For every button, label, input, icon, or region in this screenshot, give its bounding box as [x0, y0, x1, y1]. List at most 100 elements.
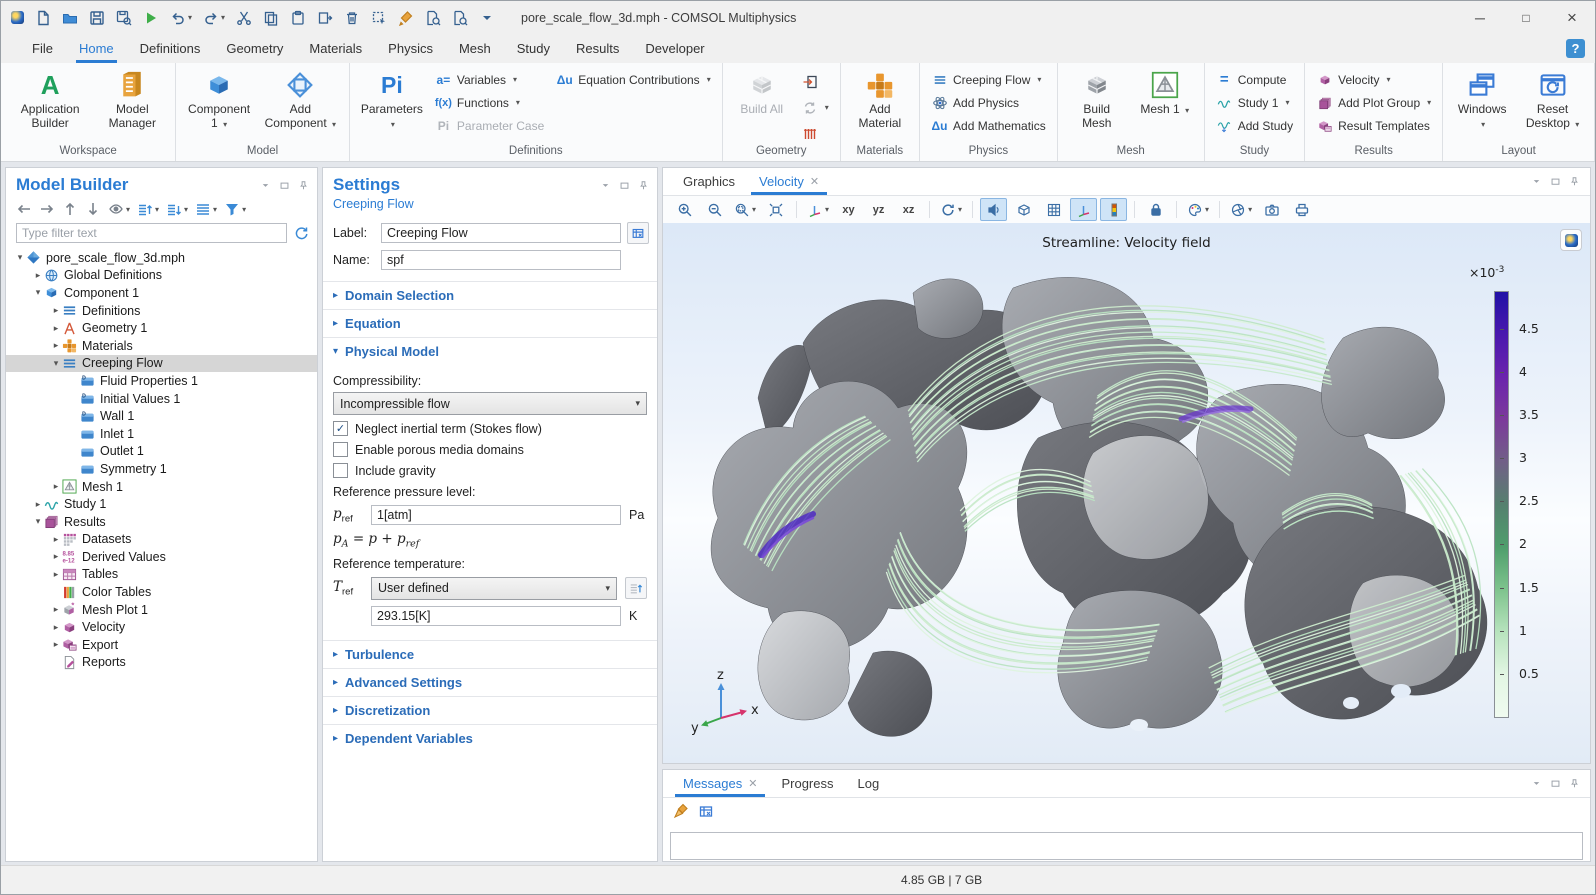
- tree-arrow[interactable]: ▸: [50, 639, 62, 650]
- tree-arrow[interactable]: ▸: [50, 323, 62, 334]
- build-all-button[interactable]: Build All: [729, 67, 795, 119]
- section-turbulence[interactable]: ▸Turbulence: [323, 640, 657, 668]
- float-panel-icon[interactable]: [619, 180, 630, 191]
- tree-item-outlet-1[interactable]: Outlet 1: [6, 443, 317, 461]
- menu-materials[interactable]: Materials: [296, 34, 375, 63]
- menu-study[interactable]: Study: [504, 34, 563, 63]
- expand-all-icon[interactable]: ▾: [137, 201, 159, 217]
- rotate-view-button[interactable]: ▾: [937, 198, 965, 221]
- table-preview-icon[interactable]: [452, 10, 468, 26]
- color-legend-button[interactable]: [1100, 198, 1127, 221]
- tab-messages[interactable]: Messages✕: [673, 776, 767, 797]
- zoom-in-button[interactable]: [671, 198, 698, 221]
- equation-contributions-button[interactable]: ΔuEquation Contributions▾: [551, 69, 715, 90]
- delete-icon[interactable]: [344, 10, 360, 26]
- menu-results[interactable]: Results: [563, 34, 632, 63]
- velocity-plot-dropdown[interactable]: Velocity▾: [1311, 69, 1436, 90]
- ref-pressure-input[interactable]: [371, 505, 621, 525]
- tree-arrow[interactable]: ▸: [50, 622, 62, 633]
- tree-item-creeping-flow[interactable]: ▾Creeping Flow: [6, 355, 317, 373]
- tree-item-results[interactable]: ▾Results: [6, 513, 317, 531]
- color-theme-button[interactable]: ▾: [1184, 198, 1212, 221]
- tab-velocity[interactable]: Velocity✕: [749, 174, 829, 195]
- tree-item-color-tables[interactable]: Color Tables: [6, 583, 317, 601]
- tab-log[interactable]: Log: [848, 776, 890, 797]
- tree-item-geometry-1[interactable]: ▸Geometry 1: [6, 319, 317, 337]
- float-panel-icon[interactable]: [1550, 176, 1561, 187]
- tree-item-fluid-properties-1[interactable]: Fluid Properties 1: [6, 372, 317, 390]
- result-templates-button[interactable]: Result Templates: [1311, 115, 1436, 136]
- clear-messages-icon[interactable]: [673, 803, 689, 819]
- section-dependent-variables[interactable]: ▸Dependent Variables: [323, 724, 657, 752]
- porous-media-checkbox[interactable]: [333, 442, 348, 457]
- tree-arrow[interactable]: ▸: [50, 305, 62, 316]
- tree-item-mesh-plot-1[interactable]: ▸Mesh Plot 1: [6, 601, 317, 619]
- graphics-canvas[interactable]: Streamline: Velocity field: [663, 223, 1590, 763]
- stokes-flow-checkbox[interactable]: ✓: [333, 421, 348, 436]
- pin-panel-icon[interactable]: [1569, 176, 1580, 187]
- snapshot-button[interactable]: [1258, 198, 1285, 221]
- tree-item-wall-1[interactable]: Wall 1: [6, 407, 317, 425]
- tree-arrow[interactable]: ▾: [32, 287, 44, 298]
- tree-arrow[interactable]: ▸: [50, 569, 62, 580]
- model-manager-button[interactable]: Model Manager: [95, 67, 169, 133]
- mesh-1-button[interactable]: Mesh 1 ▾: [1132, 67, 1198, 119]
- compute-button[interactable]: =Compute: [1211, 69, 1298, 90]
- zoom-out-button[interactable]: [701, 198, 728, 221]
- add-plot-group-button[interactable]: Add Plot Group▾: [1311, 92, 1436, 113]
- tree-item-symmetry-1[interactable]: Symmetry 1: [6, 460, 317, 478]
- compressibility-select[interactable]: Incompressible flow▾: [333, 392, 647, 415]
- parameter-case-button[interactable]: PiParameter Case: [430, 115, 549, 136]
- view-xz-button[interactable]: xz: [895, 198, 922, 221]
- default-view-button[interactable]: ▾: [804, 198, 832, 221]
- component-1-button[interactable]: Component 1 ▾: [182, 67, 256, 133]
- copy-icon[interactable]: [263, 10, 279, 26]
- tree-item-velocity[interactable]: ▸Velocity: [6, 618, 317, 636]
- back-icon[interactable]: [16, 201, 32, 217]
- select-box-icon[interactable]: [371, 10, 387, 26]
- maximize-icon[interactable]: □: [1503, 1, 1549, 34]
- view-xy-button[interactable]: xy: [835, 198, 862, 221]
- variables-button[interactable]: a=Variables▾: [430, 69, 549, 90]
- filter-icon[interactable]: ▾: [224, 201, 246, 217]
- group-nodes-icon[interactable]: ▾: [195, 201, 217, 217]
- tree-arrow[interactable]: ▸: [50, 604, 62, 615]
- ref-temperature-select[interactable]: User defined▾: [371, 577, 617, 600]
- build-mesh-button[interactable]: Build Mesh: [1064, 67, 1130, 133]
- show-icon[interactable]: ▾: [108, 201, 130, 217]
- add-material-button[interactable]: Add Material: [847, 67, 913, 133]
- run-icon[interactable]: [143, 10, 159, 26]
- forward-icon[interactable]: [39, 201, 55, 217]
- tree-arrow[interactable]: ▸: [50, 340, 62, 351]
- tree-item-initial-values-1[interactable]: Initial Values 1: [6, 390, 317, 408]
- tab-progress[interactable]: Progress: [771, 776, 843, 797]
- open-file-icon[interactable]: [62, 10, 78, 26]
- tree-arrow[interactable]: ▾: [14, 252, 26, 263]
- virtual-operations-button[interactable]: [797, 123, 834, 144]
- scene-light-button[interactable]: [980, 198, 1007, 221]
- help-button[interactable]: ?: [1566, 39, 1585, 58]
- tree-item-global-definitions[interactable]: ▸Global Definitions: [6, 267, 317, 285]
- undo-icon[interactable]: ▾: [170, 10, 192, 26]
- close-tab-icon[interactable]: ✕: [810, 175, 819, 188]
- redo-icon[interactable]: ▾: [203, 10, 225, 26]
- section-equation[interactable]: ▸Equation: [323, 309, 657, 337]
- menu-geometry[interactable]: Geometry: [213, 34, 296, 63]
- tree-item-mesh-1[interactable]: ▸Mesh 1: [6, 478, 317, 496]
- move-down-icon[interactable]: [85, 201, 101, 217]
- tree-item-export[interactable]: ▸Export: [6, 636, 317, 654]
- panel-menu-icon[interactable]: [600, 180, 611, 191]
- tree-arrow[interactable]: ▾: [32, 516, 44, 527]
- wireframe-button[interactable]: [1040, 198, 1067, 221]
- cut-icon[interactable]: [236, 10, 252, 26]
- refresh-tree-icon[interactable]: [293, 225, 309, 241]
- tree-item-derived-values[interactable]: ▸Derived Values: [6, 548, 317, 566]
- windows-button[interactable]: Windows▾: [1449, 67, 1515, 133]
- tab-graphics[interactable]: Graphics: [673, 174, 745, 195]
- pin-panel-icon[interactable]: [298, 180, 309, 191]
- functions-button[interactable]: f(x)Functions▾: [430, 92, 549, 113]
- tree-arrow[interactable]: ▸: [32, 270, 44, 281]
- transparency-button[interactable]: [1010, 198, 1037, 221]
- message-table-icon[interactable]: [698, 803, 714, 819]
- float-panel-icon[interactable]: [279, 180, 290, 191]
